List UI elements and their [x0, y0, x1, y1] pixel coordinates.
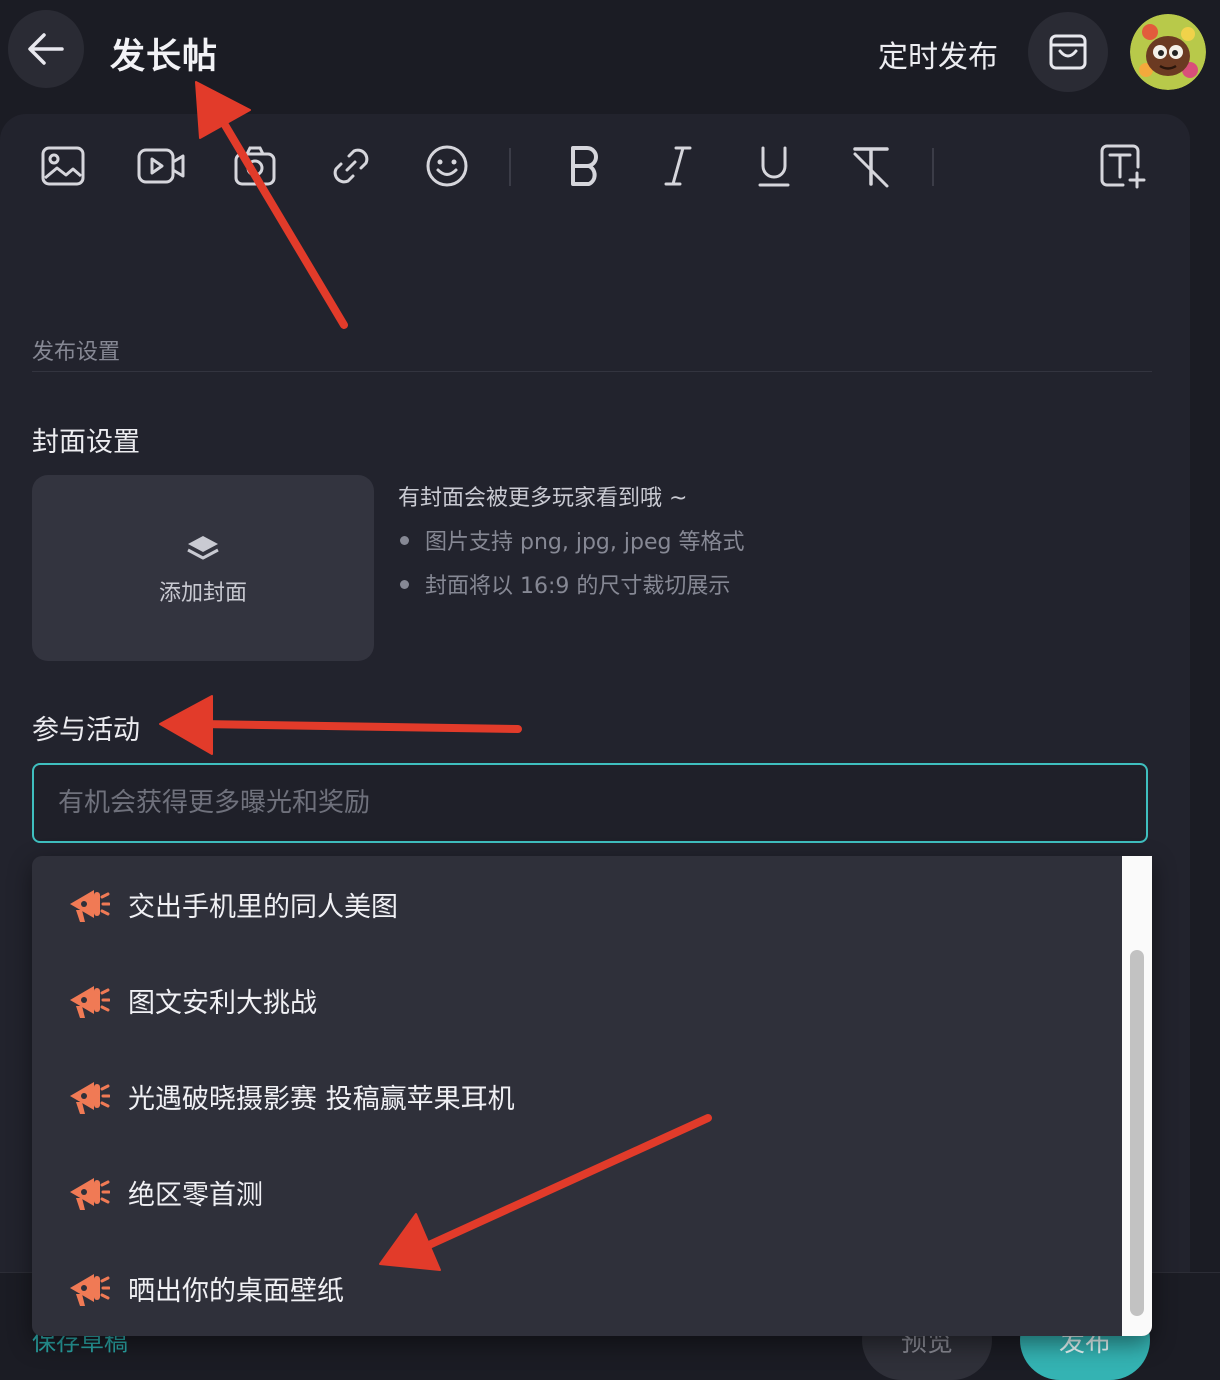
underline-icon	[758, 146, 790, 187]
page-title: 发长帖	[110, 37, 219, 77]
publish-settings-label: 发布设置	[32, 340, 121, 365]
cover-tip-text: 图片支持 png, jpg, jpeg 等格式	[425, 530, 745, 555]
shop-button[interactable]	[1028, 12, 1108, 92]
insert-emoji-button[interactable]	[419, 138, 475, 194]
cover-tip-text: 封面将以 16:9 的尺寸裁切展示	[425, 574, 731, 599]
event-option[interactable]: 晒出你的桌面壁纸	[32, 1240, 1120, 1336]
insert-camera-button[interactable]	[227, 138, 283, 194]
megaphone-icon	[66, 978, 110, 1022]
bullet-icon	[400, 535, 409, 545]
back-button[interactable]	[8, 10, 84, 88]
megaphone-icon	[66, 882, 110, 926]
text-size-button[interactable]	[1094, 138, 1150, 194]
italic-button[interactable]	[650, 138, 706, 194]
add-cover-button[interactable]: 添加封面	[32, 475, 374, 661]
scrollbar-thumb[interactable]	[1130, 950, 1144, 1316]
add-cover-label: 添加封面	[158, 581, 247, 606]
emoji-icon	[426, 145, 468, 187]
event-option[interactable]: 光遇破晓摄影赛 投稿赢苹果耳机	[32, 1048, 1120, 1144]
cover-tip-item: 封面将以 16:9 的尺寸裁切展示	[398, 568, 730, 600]
event-option-label: 晒出你的桌面壁纸	[128, 1275, 344, 1307]
event-option[interactable]: 图文安利大挑战	[32, 952, 1120, 1048]
section-divider	[32, 371, 1152, 372]
megaphone-icon	[66, 1266, 110, 1310]
video-icon	[137, 148, 185, 184]
text-size-icon	[1100, 144, 1146, 189]
dropdown-scrollbar[interactable]	[1122, 856, 1152, 1336]
megaphone-icon	[66, 1074, 110, 1118]
cover-tip: 有封面会被更多玩家看到哦 ~	[398, 486, 688, 511]
event-option[interactable]: 交出手机里的同人美图	[32, 856, 1120, 952]
toolbar-divider	[509, 148, 511, 186]
link-icon	[333, 148, 369, 184]
clear-format-button[interactable]	[843, 138, 899, 194]
toolbar-divider	[932, 148, 934, 186]
event-search-input[interactable]	[32, 763, 1148, 843]
event-dropdown: 交出手机里的同人美图 图文安利大挑战 光遇破晓摄影赛 投稿赢苹果耳机 绝区零首测…	[32, 856, 1152, 1336]
underline-button[interactable]	[746, 138, 802, 194]
event-option-label: 绝区零首测	[128, 1179, 263, 1211]
clear-format-icon	[853, 147, 889, 188]
bold-button[interactable]	[556, 138, 612, 194]
insert-link-button[interactable]	[323, 138, 379, 194]
insert-image-button[interactable]	[35, 138, 91, 194]
bullet-icon	[400, 579, 409, 589]
event-option[interactable]: 绝区零首测	[32, 1144, 1120, 1240]
user-avatar[interactable]	[1130, 14, 1206, 90]
insert-video-button[interactable]	[133, 138, 189, 194]
image-icon	[41, 146, 85, 186]
event-option-label: 光遇破晓摄影赛 投稿赢苹果耳机	[128, 1083, 515, 1115]
cover-settings-title: 封面设置	[32, 427, 140, 458]
cover-tip-item: 图片支持 png, jpg, jpeg 等格式	[398, 524, 744, 556]
layers-icon	[187, 536, 219, 560]
italic-icon	[664, 146, 692, 186]
event-option-label: 交出手机里的同人美图	[128, 891, 398, 923]
arrow-left-icon	[28, 33, 64, 65]
schedule-publish-button[interactable]: 定时发布	[878, 32, 998, 76]
event-option-label: 图文安利大挑战	[128, 987, 317, 1019]
bold-icon	[571, 146, 598, 186]
shopping-bag-icon	[1049, 34, 1087, 70]
camera-icon	[234, 146, 276, 186]
megaphone-icon	[66, 1170, 110, 1214]
event-section-title: 参与活动	[32, 715, 140, 746]
